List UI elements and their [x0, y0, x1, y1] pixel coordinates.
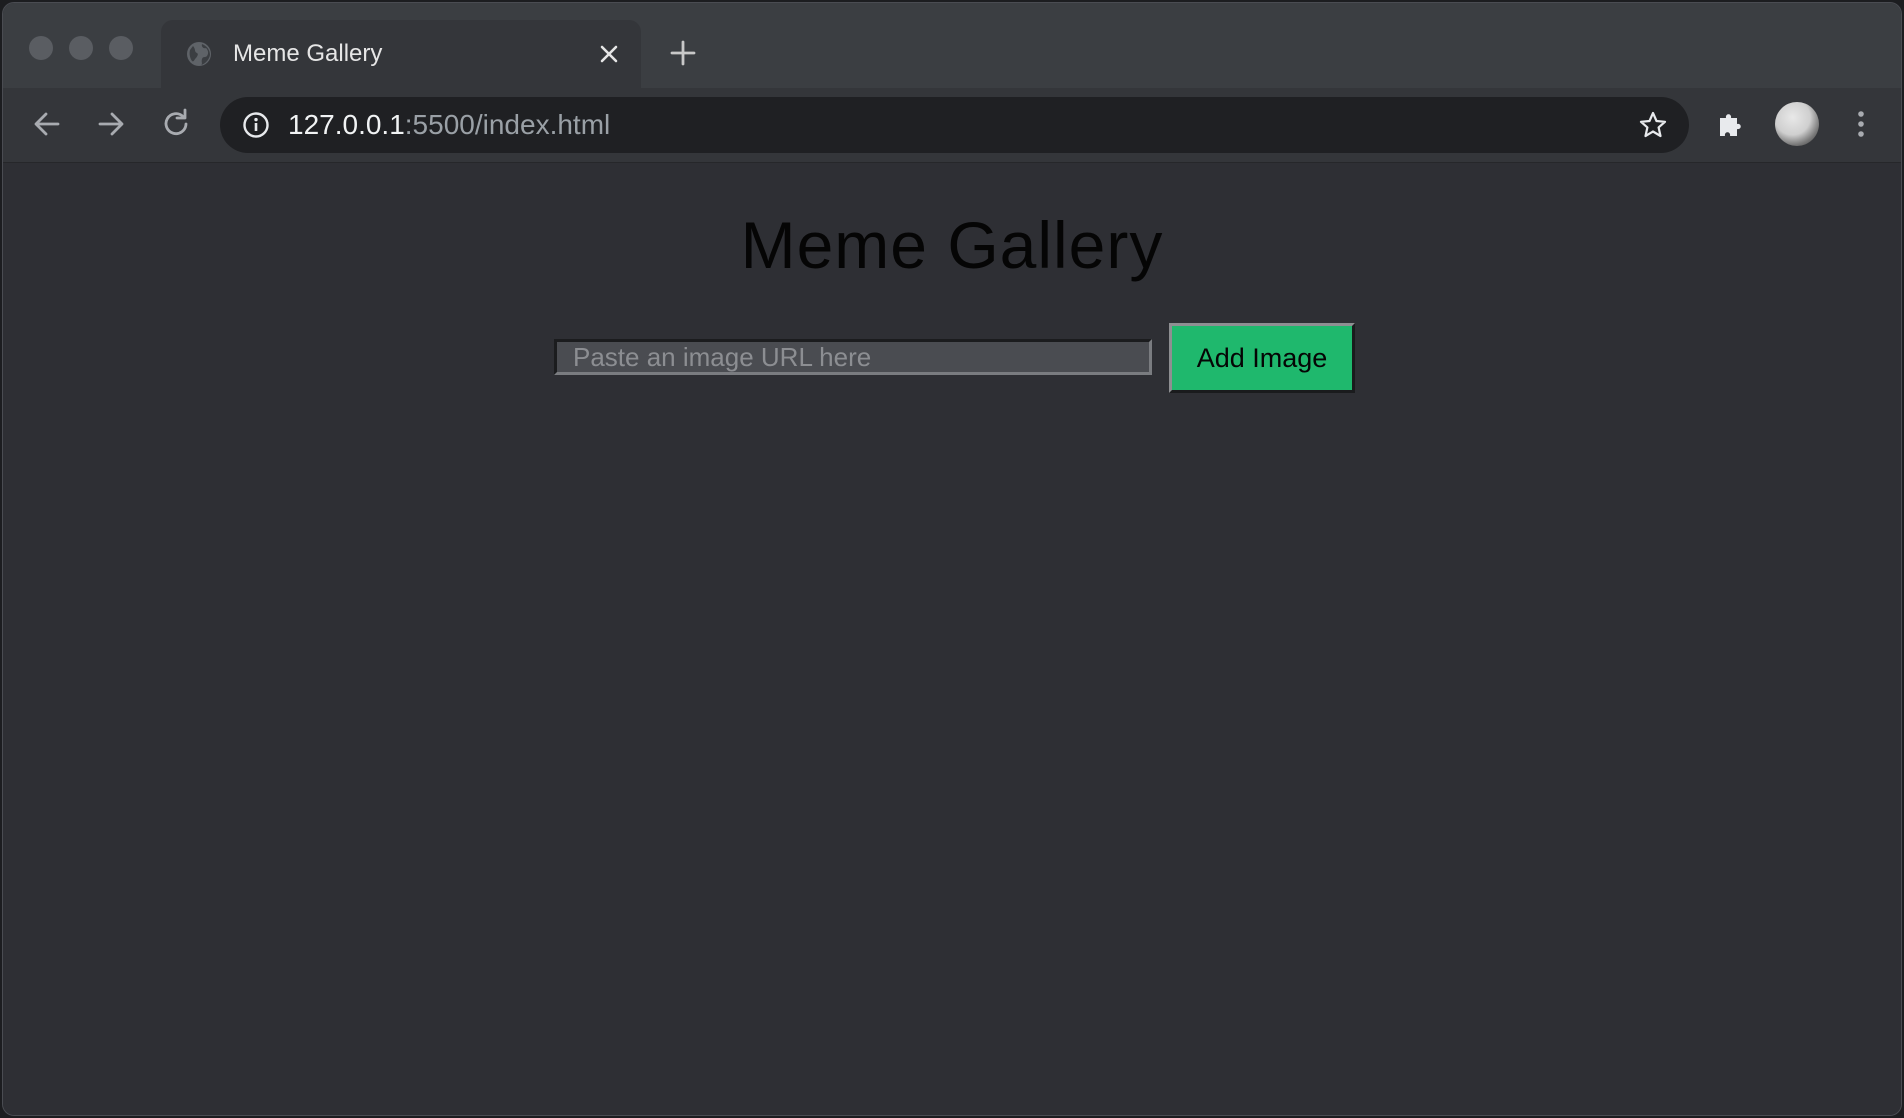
- page-title: Meme Gallery: [740, 208, 1164, 282]
- info-icon[interactable]: [242, 111, 270, 139]
- window-minimize-light[interactable]: [69, 36, 93, 60]
- window-close-light[interactable]: [29, 36, 53, 60]
- star-icon[interactable]: [1637, 109, 1669, 141]
- puzzle-icon[interactable]: [1713, 106, 1749, 142]
- browser-toolbar: 127.0.0.1:5500/index.html: [3, 88, 1901, 163]
- window-zoom-light[interactable]: [109, 36, 133, 60]
- plus-icon[interactable]: [667, 37, 699, 69]
- url-text: 127.0.0.1:5500/index.html: [288, 109, 610, 141]
- tab-strip: Meme Gallery: [3, 3, 1901, 88]
- url-host: 127.0.0.1: [288, 109, 405, 140]
- tab-title: Meme Gallery: [233, 40, 383, 67]
- arrow-left-icon[interactable]: [29, 106, 65, 142]
- tab-meme-gallery[interactable]: Meme Gallery: [161, 20, 641, 88]
- address-bar[interactable]: 127.0.0.1:5500/index.html: [220, 97, 1689, 153]
- kebab-menu-icon[interactable]: [1843, 106, 1879, 142]
- arrow-right-icon[interactable]: [93, 106, 129, 142]
- avatar[interactable]: [1775, 102, 1819, 146]
- reload-icon[interactable]: [158, 106, 194, 142]
- close-icon[interactable]: [593, 38, 625, 70]
- page-content: Meme Gallery Add Image: [3, 163, 1901, 1115]
- add-image-button[interactable]: Add Image: [1169, 323, 1355, 393]
- globe-icon: [185, 40, 213, 68]
- url-path: :5500/index.html: [404, 109, 611, 140]
- browser-window: Meme Gallery 127.0.0.1:5500/index.html M…: [2, 2, 1902, 1116]
- image-url-input[interactable]: [554, 339, 1152, 375]
